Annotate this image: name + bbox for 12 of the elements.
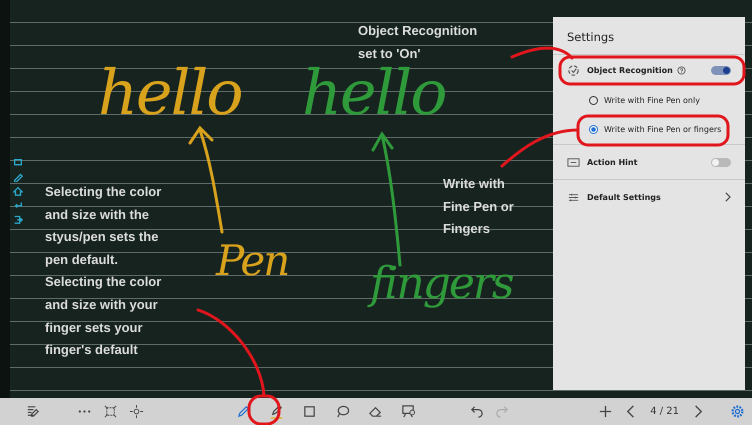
- option-label[interactable]: Write with Fine Pen only: [604, 96, 700, 105]
- callout-text: Write with Fine Pen or Fingers: [443, 175, 515, 238]
- panel-title: Settings: [553, 17, 745, 55]
- setting-label: Object Recognition: [587, 66, 673, 75]
- handwriting: hello: [98, 62, 242, 124]
- setting-label: Action Hint: [587, 158, 638, 166]
- settings-link[interactable]: Default Settings: [587, 192, 661, 202]
- callout-text: Selecting the color and size with the styus/pen sets the pen default. Selecting the color and size with your finger sets your finger's default: [45, 183, 162, 360]
- option-label[interactable]: Write with Fine Pen or fingers: [604, 125, 722, 134]
- callout-text: Object Recognition set to 'On': [358, 22, 478, 63]
- handwriting: Pen: [216, 240, 288, 282]
- page-counter: 4 / 21: [650, 406, 680, 417]
